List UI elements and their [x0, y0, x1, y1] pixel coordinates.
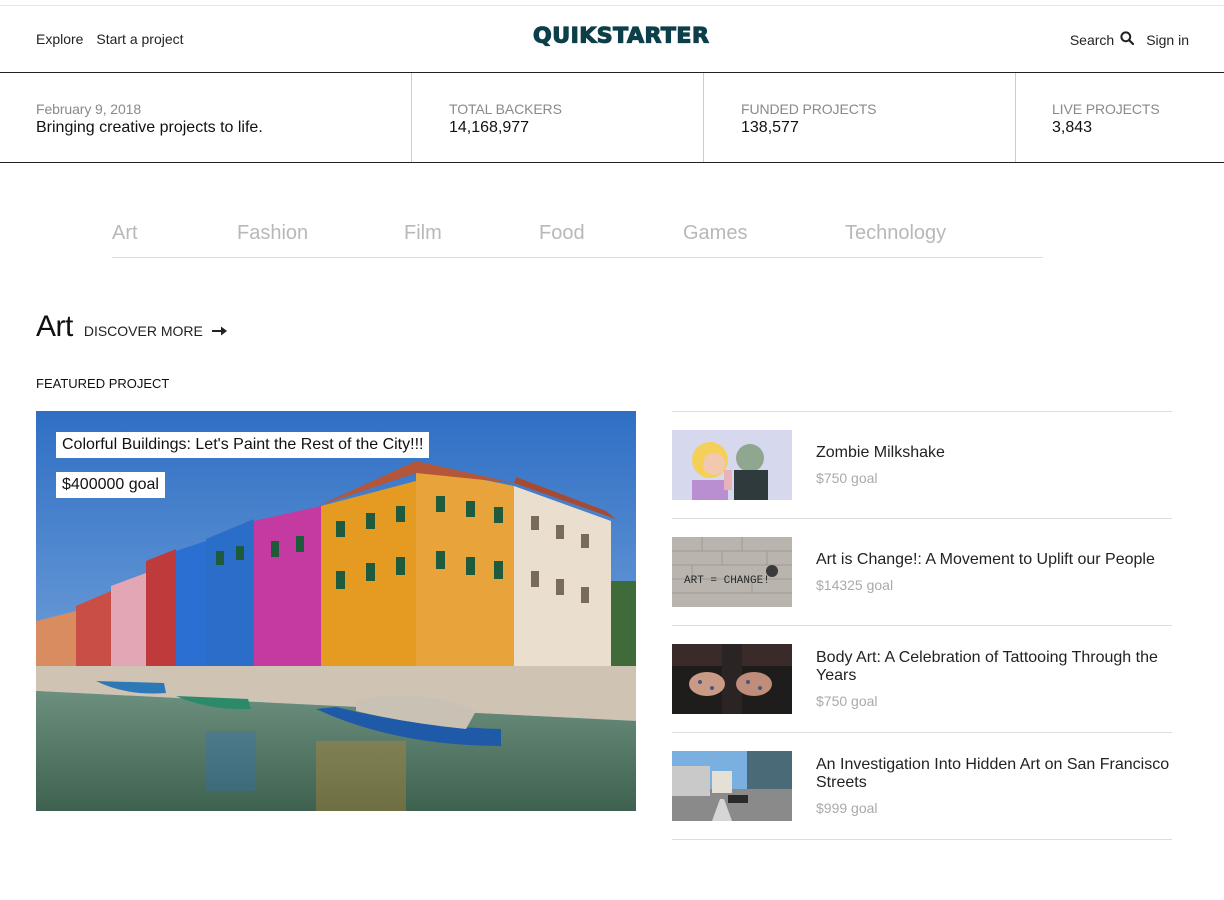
featured-project-image [36, 411, 636, 811]
stat-live-projects: LIVE PROJECTS 3,843 [1015, 73, 1224, 162]
project-title[interactable]: An Investigation Into Hidden Art on San … [816, 756, 1172, 792]
project-title[interactable]: Art is Change!: A Movement to Uplift our… [816, 551, 1172, 569]
section-title: Art [36, 310, 73, 343]
tab-games[interactable]: Games [683, 222, 747, 245]
featured-project-card[interactable]: Colorful Buildings: Let's Paint the Rest… [36, 411, 636, 811]
featured-project-title[interactable]: Colorful Buildings: Let's Paint the Rest… [56, 432, 430, 458]
stat-total-backers: TOTAL BACKERS 14,168,977 [411, 73, 703, 162]
nav-explore-link[interactable]: Explore [36, 31, 83, 47]
tab-technology[interactable]: Technology [845, 222, 946, 245]
tab-fashion[interactable]: Fashion [237, 222, 308, 245]
stats-date: February 9, 2018 [36, 101, 142, 117]
project-thumbnail [672, 644, 792, 714]
project-info: An Investigation Into Hidden Art on San … [816, 733, 1172, 839]
stat-funded-projects: FUNDED PROJECTS 138,577 [703, 73, 1015, 162]
arrow-right-icon [211, 323, 227, 339]
project-item[interactable]: Body Art: A Celebration of Tattooing Thr… [672, 626, 1172, 733]
site-logo[interactable]: QUIKSTARTER [532, 24, 709, 49]
project-item[interactable]: An Investigation Into Hidden Art on San … [672, 733, 1172, 840]
stats-tagline: Bringing creative projects to life. [36, 119, 263, 136]
project-title[interactable]: Body Art: A Celebration of Tattooing Thr… [816, 649, 1172, 685]
project-goal: $750 goal [816, 693, 878, 709]
stat-value: 138,577 [741, 119, 799, 136]
search-icon [1120, 31, 1135, 48]
stat-value: 14,168,977 [449, 119, 530, 136]
stats-intro: February 9, 2018 Bringing creative proje… [36, 73, 263, 162]
discover-more-link[interactable]: DISCOVER MORE [84, 323, 227, 339]
category-tabs: Art Fashion Film Food Games Technology [112, 222, 1043, 258]
project-thumbnail [672, 751, 792, 821]
search-label: Search [1069, 31, 1115, 48]
tab-art[interactable]: Art [112, 222, 138, 245]
tab-food[interactable]: Food [539, 222, 585, 245]
section-header: Art DISCOVER MORE [36, 310, 227, 344]
project-info: Body Art: A Celebration of Tattooing Thr… [816, 626, 1172, 732]
project-item[interactable]: Zombie Milkshake $750 goal [672, 412, 1172, 519]
project-info: Art is Change!: A Movement to Uplift our… [816, 519, 1172, 625]
stat-label: LIVE PROJECTS [1052, 101, 1160, 117]
thumb-wall-text: ART = CHANGE! [684, 575, 770, 587]
nav-right: Search Sign in [1070, 31, 1189, 48]
stat-value: 3,843 [1052, 119, 1093, 136]
project-thumbnail: ART = CHANGE! [672, 537, 792, 607]
project-thumbnail [672, 430, 792, 500]
stat-label: FUNDED PROJECTS [741, 101, 877, 117]
tab-film[interactable]: Film [404, 222, 442, 245]
nav-left: Explore Start a project [36, 31, 193, 47]
project-title[interactable]: Zombie Milkshake [816, 444, 1172, 462]
project-info: Zombie Milkshake $750 goal [816, 412, 1172, 518]
project-goal: $999 goal [816, 800, 878, 816]
featured-project-label: FEATURED PROJECT [36, 376, 170, 391]
project-goal: $750 goal [816, 470, 878, 486]
project-item[interactable]: ART = CHANGE! Art is Change!: A Movement… [672, 519, 1172, 626]
discover-more-label: DISCOVER MORE [83, 323, 203, 339]
search-button[interactable]: Search [1070, 31, 1146, 48]
stats-bar: February 9, 2018 Bringing creative proje… [0, 73, 1224, 163]
sign-in-link[interactable]: Sign in [1146, 32, 1189, 48]
project-goal: $14325 goal [816, 577, 894, 593]
nav-start-project-link[interactable]: Start a project [96, 31, 183, 47]
project-list: Zombie Milkshake $750 goal ART = CHANGE!… [672, 411, 1172, 840]
featured-project-goal: $400000 goal [56, 472, 165, 498]
stat-label: TOTAL BACKERS [449, 101, 562, 117]
site-header: Explore Start a project QUIKSTARTER Sear… [0, 6, 1224, 73]
